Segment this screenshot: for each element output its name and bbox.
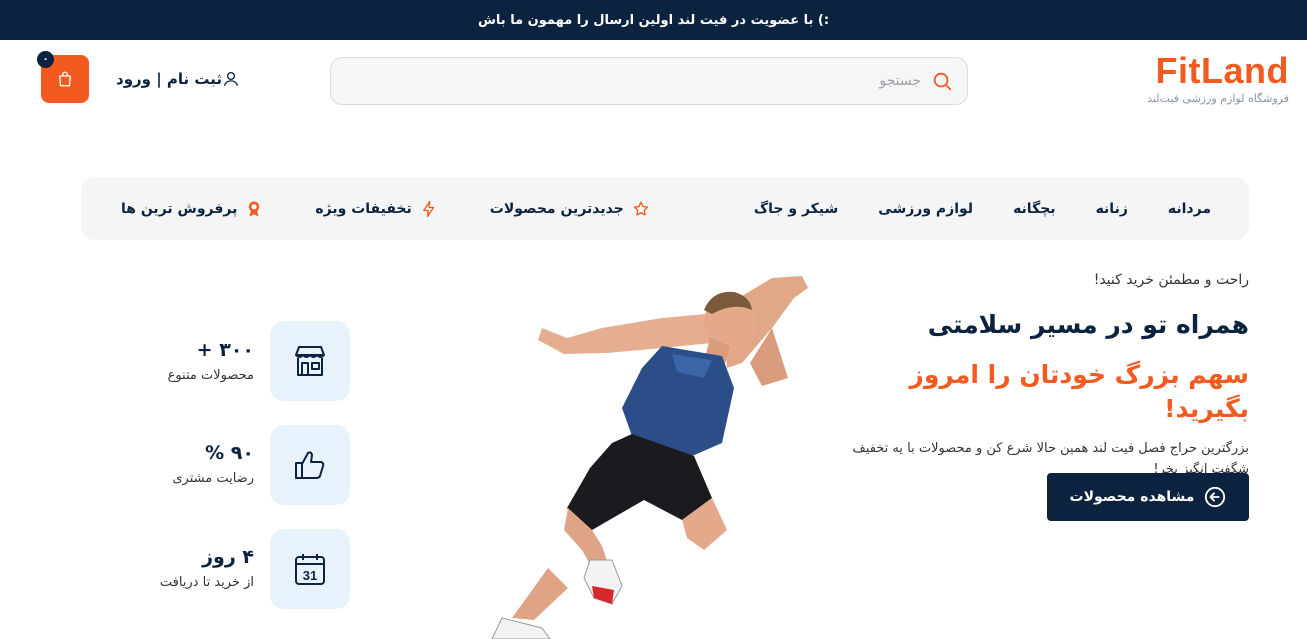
calendar-icon: 31 [295, 554, 325, 585]
shopping-bag-icon [59, 71, 71, 87]
nav-item-kids[interactable]: بچگانه [1013, 201, 1056, 217]
view-products-button[interactable]: مشاهده محصولات [1047, 473, 1249, 521]
cart-button[interactable]: ۰ [37, 51, 89, 103]
auth-label: ثبت نام | ورود [116, 70, 223, 88]
nav-item-women[interactable]: زنانه [1096, 201, 1128, 217]
cart-count-badge: ۰ [37, 51, 54, 68]
calendar-day-number: 31 [303, 568, 317, 583]
search-icon[interactable] [931, 70, 953, 92]
best-sellers-label: پرفروش ترین ها [121, 200, 238, 217]
user-icon [223, 71, 239, 86]
nav-item-men[interactable]: مردانه [1168, 201, 1211, 217]
stat-delivery-value: ۴ روز [202, 546, 254, 568]
hero-highlight: سهم بزرگ خودتان را امروز بگیرید! [909, 360, 1249, 423]
thumbs-up-icon [295, 451, 325, 479]
star-icon [633, 201, 649, 216]
stat-products-value: ۳۰۰ + [196, 339, 254, 361]
nav-item-sports-equipment[interactable]: لوازم ورزشی [878, 201, 973, 217]
nav-item-special-discounts[interactable]: تخفیفات ویژه [315, 200, 437, 218]
category-links: مردانه زنانه بچگانه لوازم ورزشی شیکر و ج… [714, 201, 1211, 217]
stat-satisfaction: ۹۰ % رضایت مشتری [54, 441, 254, 486]
nav-item-shaker-jug[interactable]: شیکر و جاگ [754, 201, 838, 217]
nav-item-best-sellers[interactable]: پرفروش ترین ها [121, 200, 263, 218]
search-box[interactable] [330, 57, 968, 105]
nav-item-newest-products[interactable]: جدیدترین محصولات [490, 200, 650, 218]
hero-text: راحت و مطمئن خرید کنید! همراه تو در مسیر… [829, 272, 1249, 480]
view-products-label: مشاهده محصولات [1069, 489, 1195, 505]
stat-delivery-label: از خرید تا دریافت [159, 575, 254, 590]
main-nav: مردانه زنانه بچگانه لوازم ورزشی شیکر و ج… [81, 177, 1249, 240]
stat-icon-box-satisfaction [270, 425, 350, 505]
arrow-left-circle-icon [1205, 486, 1226, 508]
promo-links: جدیدترین محصولات تخفیفات ویژه پرفروش تری… [121, 200, 650, 218]
logo-brand: FitLand [1155, 50, 1289, 91]
stat-icon-box-products [270, 321, 350, 401]
special-discounts-label: تخفیفات ویژه [315, 200, 412, 217]
search-input[interactable] [361, 73, 921, 89]
stat-icon-box-delivery: 31 [270, 529, 350, 609]
store-icon [295, 346, 325, 376]
logo-tagline: فروشگاه لوازم ورزشی فیت‌لند [1147, 92, 1289, 105]
hero-kicker: راحت و مطمئن خرید کنید! [1093, 272, 1249, 288]
newest-products-label: جدیدترین محصولات [489, 200, 624, 217]
announcement-text: :) با عضویت در فیت لند اولین ارسال را مه… [477, 12, 830, 28]
lightning-icon [422, 200, 434, 217]
stat-products-label: محصولات متنوع [167, 368, 254, 383]
login-register-link[interactable]: ثبت نام | ورود [116, 66, 246, 92]
stat-satisfaction-value: ۹۰ % [205, 442, 254, 464]
stat-satisfaction-label: رضایت مشتری [172, 471, 254, 486]
hero-title: همراه تو در مسیر سلامتی [927, 310, 1249, 339]
logo[interactable]: FitLand فروشگاه لوازم ورزشی فیت‌لند [1129, 50, 1289, 106]
stat-delivery: ۴ روز از خرید تا دریافت [54, 545, 254, 590]
stat-products: ۳۰۰ + محصولات متنوع [54, 338, 254, 383]
award-icon [249, 201, 260, 216]
announcement-bar: :) با عضویت در فیت لند اولین ارسال را مه… [0, 0, 1307, 40]
hero-runner-image [491, 276, 808, 639]
